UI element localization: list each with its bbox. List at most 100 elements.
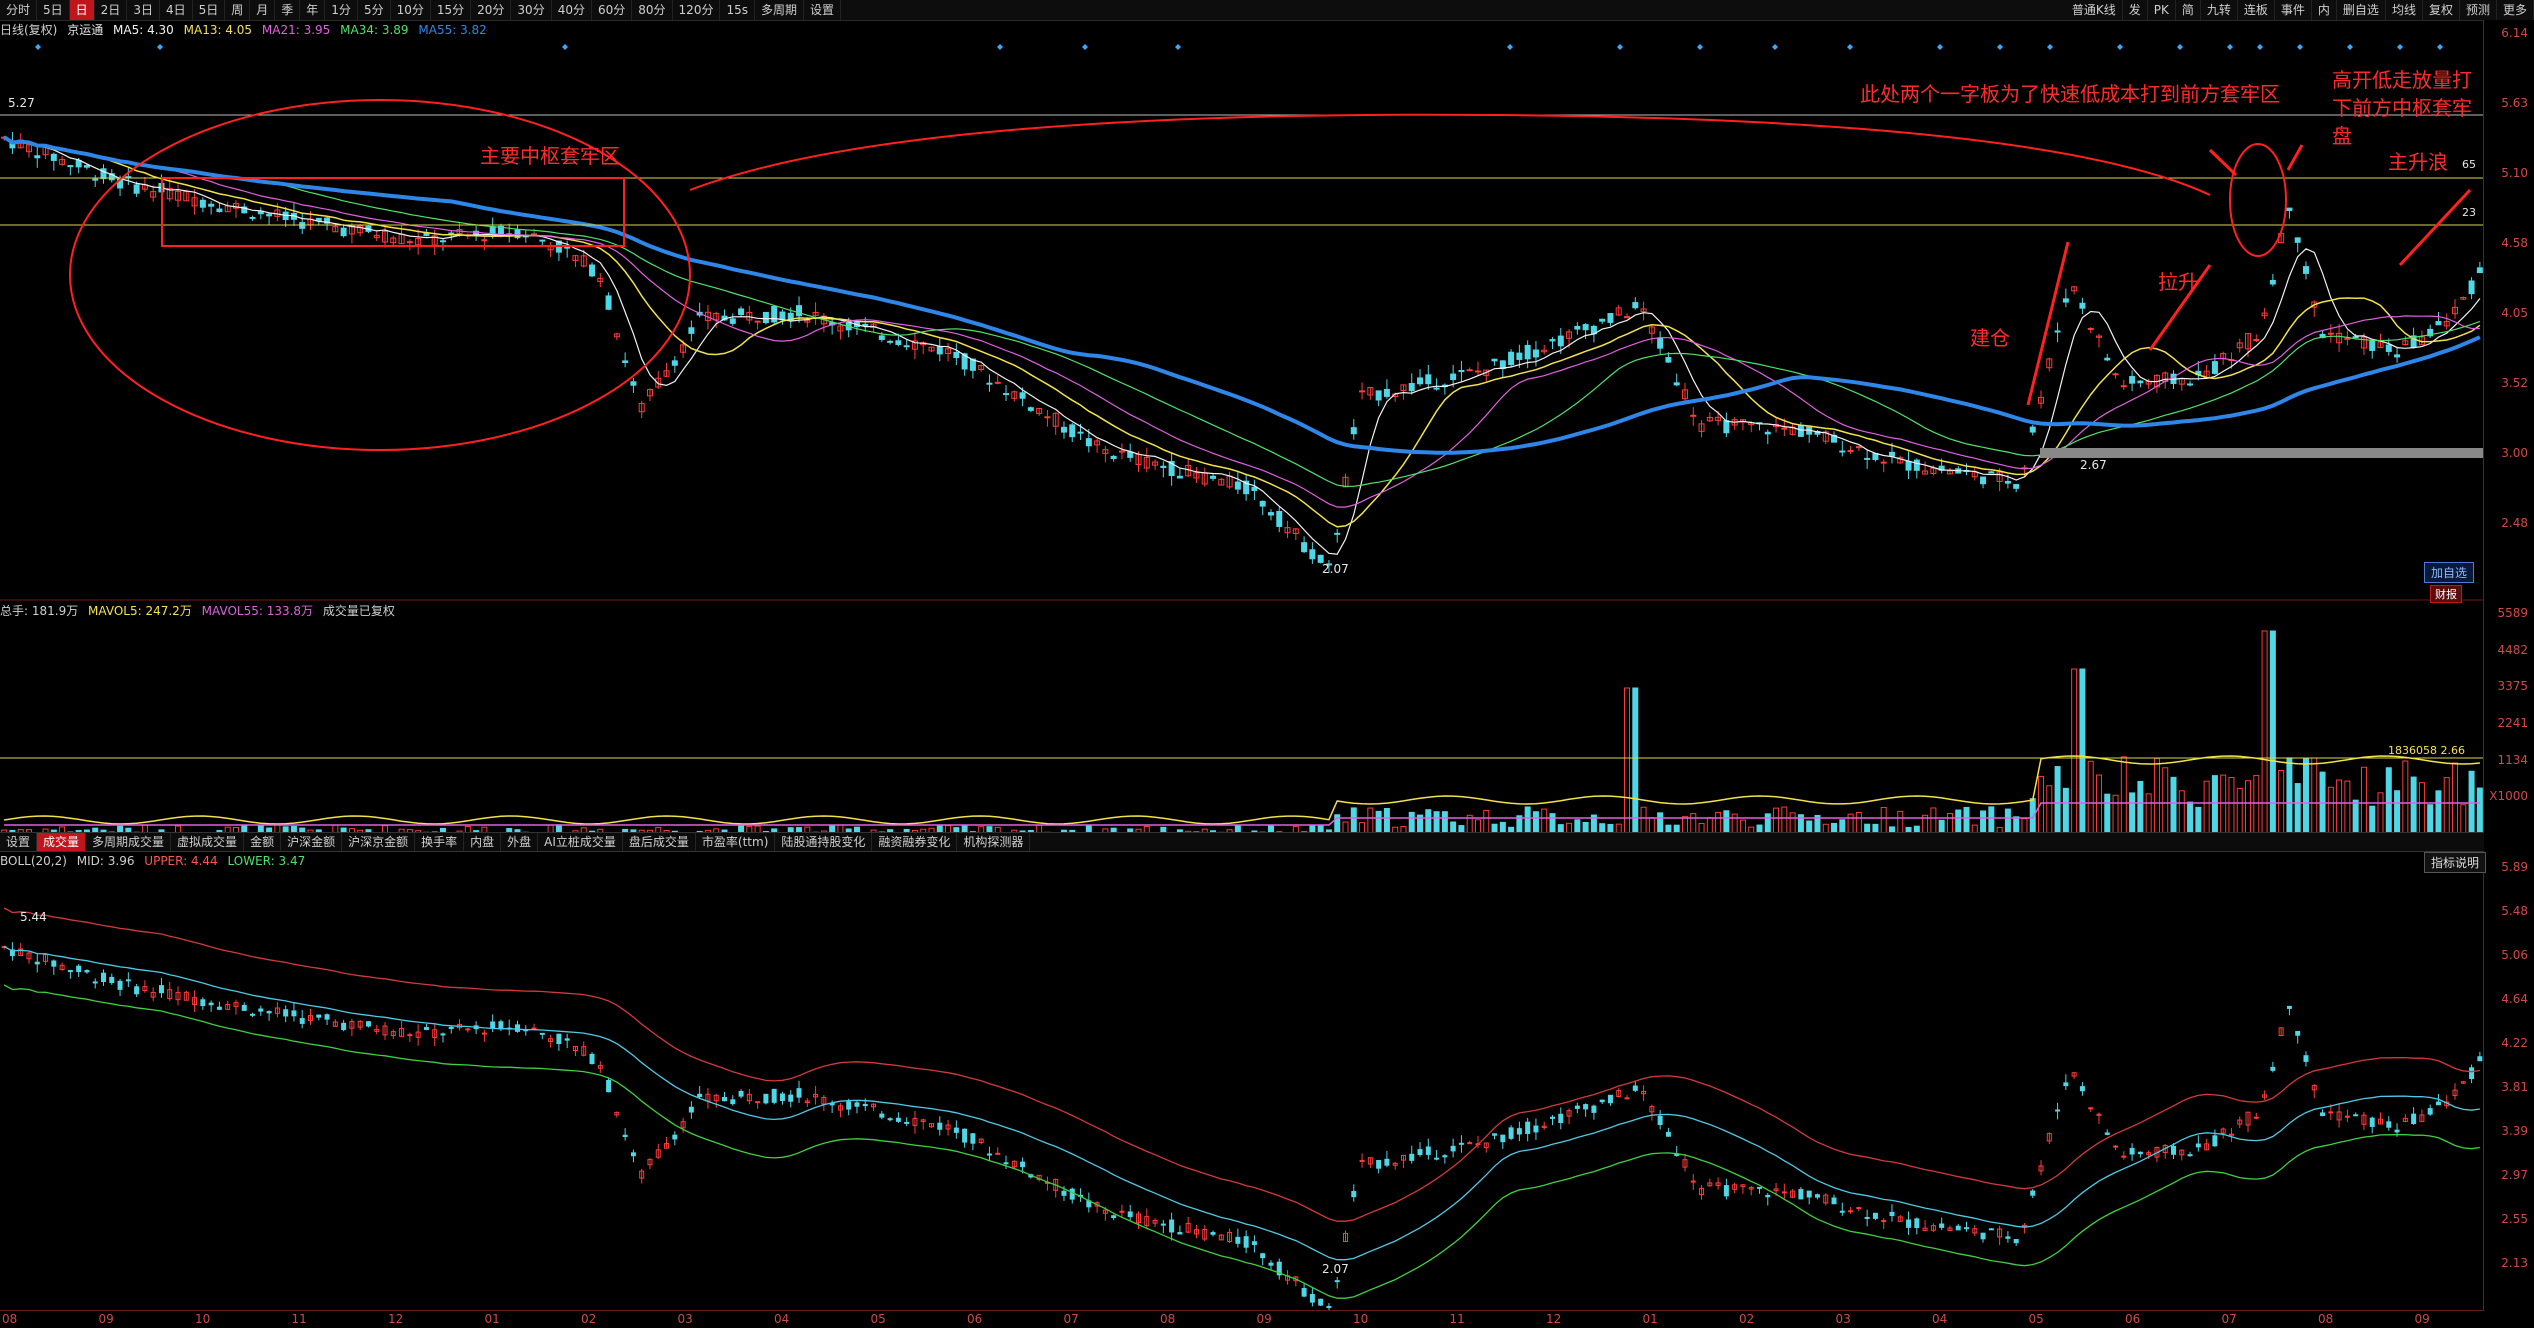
toolbar-right-item-6[interactable]: 事件 — [2275, 0, 2312, 20]
boll-candle-body — [1450, 1145, 1456, 1152]
candle-body — [903, 345, 910, 348]
toolbar-right-item-9[interactable]: 均线 — [2386, 0, 2423, 20]
boll-candle-body — [2253, 1116, 2259, 1119]
period-tab-7[interactable]: 周 — [225, 0, 251, 20]
period-tab-23[interactable]: 设置 — [804, 0, 842, 20]
kline-chart[interactable] — [0, 20, 2484, 1310]
boll-candle-body — [1409, 1153, 1415, 1161]
boll-candle-body — [1525, 1121, 1531, 1134]
toolbar-right-item-10[interactable]: 复权 — [2423, 0, 2460, 20]
period-tab-2[interactable]: 日 — [69, 0, 95, 20]
boll-candle-body — [440, 1033, 446, 1036]
indicator-tab-3[interactable]: 虚拟成交量 — [171, 833, 245, 851]
period-tab-6[interactable]: 5日 — [193, 0, 226, 20]
period-tab-9[interactable]: 季 — [275, 0, 301, 20]
boll-axis: 5.89 5.48 5.06 4.64 4.22 3.81 3.39 2.97 2.55 2.13 — [2483, 850, 2534, 1310]
toolbar-right-item-8[interactable]: 删自选 — [2337, 0, 2386, 20]
toolbar-right-item-0[interactable]: 普通K线 — [2066, 0, 2123, 20]
candle-body — [1516, 352, 1523, 360]
boll-candle-body — [2270, 1066, 2276, 1071]
period-tab-19[interactable]: 80分 — [632, 0, 673, 20]
boll-candle-body — [1442, 1155, 1448, 1158]
indicator-tab-9[interactable]: 外盘 — [501, 833, 539, 851]
indicator-tab-7[interactable]: 换手率 — [415, 833, 465, 851]
boll-candle-body — [1881, 1220, 1887, 1223]
period-tab-1[interactable]: 5日 — [37, 0, 70, 20]
candle-body — [1027, 407, 1034, 411]
period-tab-17[interactable]: 40分 — [552, 0, 592, 20]
indicator-tab-8[interactable]: 内盘 — [464, 833, 502, 851]
period-tab-20[interactable]: 120分 — [673, 0, 721, 20]
volume-bar — [2162, 767, 2169, 841]
toolbar-right-item-3[interactable]: 简 — [2176, 0, 2201, 20]
financial-report-button[interactable]: 财报 — [2430, 585, 2462, 603]
period-tab-18[interactable]: 60分 — [592, 0, 633, 20]
candle-body — [887, 340, 894, 343]
candle-body — [878, 335, 885, 340]
boll-candle-body — [953, 1127, 959, 1133]
candle-body — [1599, 318, 1606, 322]
period-tab-11[interactable]: 1分 — [325, 0, 358, 20]
indicator-tab-12[interactable]: 市盈率(ttm) — [696, 833, 776, 851]
event-marker — [2397, 44, 2403, 50]
boll-candle-body — [92, 981, 98, 984]
toolbar-right-item-4[interactable]: 九转 — [2201, 0, 2238, 20]
boll-lower: LOWER: 3.47 — [227, 854, 306, 868]
event-marker — [2257, 44, 2263, 50]
indicator-tab-4[interactable]: 金额 — [244, 833, 282, 851]
period-tab-8[interactable]: 月 — [250, 0, 276, 20]
period-tab-15[interactable]: 20分 — [471, 0, 512, 20]
period-tab-10[interactable]: 年 — [300, 0, 326, 20]
boll-candle-body — [1964, 1227, 1969, 1230]
boll_axis-tick-1: 5.48 — [2501, 904, 2528, 918]
indicator-tab-1[interactable]: 成交量 — [37, 833, 87, 851]
boll-candle-body — [365, 1021, 371, 1027]
boll-candle-body — [846, 1101, 852, 1110]
volume_axis-tick-1: 4482 — [2497, 642, 2528, 657]
candle-body — [2054, 330, 2061, 333]
period-tab-3[interactable]: 2日 — [95, 0, 128, 20]
indicator-tab-14[interactable]: 融资融券变化 — [872, 833, 958, 851]
add-watchlist-button[interactable]: 加自选 — [2424, 562, 2475, 583]
toolbar-right-item-1[interactable]: 发 — [2123, 0, 2148, 20]
period-tab-4[interactable]: 3日 — [127, 0, 160, 20]
volume-marker: 1836058 2.66 — [2388, 744, 2465, 757]
toolbar-right-item-12[interactable]: 更多 — [2497, 0, 2534, 20]
indicator-help-button[interactable]: 指标说明 — [2424, 852, 2487, 873]
period-tab-13[interactable]: 10分 — [391, 0, 431, 20]
boll-name: BOLL(20,2) — [0, 854, 67, 868]
boll-lower-line — [3, 984, 2480, 1299]
candle-body — [1574, 325, 1581, 330]
time-axis: 08 09 10 11 12 01 02 03 04 05 06 07 08 09 10 11 12 01 02 03… — [0, 1310, 2484, 1328]
indicator-tab-10[interactable]: AI立桩成交量 — [538, 833, 623, 851]
toolbar-right-item-11[interactable]: 预测 — [2460, 0, 2497, 20]
boll-candle-body — [962, 1128, 968, 1143]
toolbar-right-item-5[interactable]: 连板 — [2238, 0, 2275, 20]
boll-candle-body — [2137, 1151, 2143, 1155]
period-tab-22[interactable]: 多周期 — [755, 0, 804, 20]
candle-body — [2352, 336, 2359, 339]
indicator-tab-15[interactable]: 机构探测器 — [957, 833, 1031, 851]
period-tab-5[interactable]: 4日 — [160, 0, 193, 20]
indicator-tab-6[interactable]: 沪深京金额 — [342, 833, 416, 851]
boll-candle-body — [2386, 1121, 2392, 1128]
period-tab-12[interactable]: 5分 — [358, 0, 391, 20]
boll-candle-body — [51, 960, 57, 967]
indicator-tab-13[interactable]: 陆股通持股变化 — [775, 833, 873, 851]
period-tab-16[interactable]: 30分 — [511, 0, 552, 20]
period-tab-21[interactable]: 15s — [720, 0, 755, 20]
boll-candle-body — [904, 1121, 910, 1124]
indicator-tab-11[interactable]: 盘后成交量 — [623, 833, 696, 851]
toolbar-right-item-7[interactable]: 内 — [2312, 0, 2337, 20]
period-tab-0[interactable]: 分时 — [0, 0, 38, 20]
indicator-tab-5[interactable]: 沪深金额 — [281, 833, 343, 851]
time-tick-10: 06 — [967, 1312, 983, 1326]
label-r65: 65 — [2462, 158, 2476, 171]
candle-body — [1301, 542, 1308, 553]
candle-body — [1491, 358, 1498, 362]
boll-candle-body — [2344, 1115, 2350, 1118]
period-tab-14[interactable]: 15分 — [431, 0, 472, 20]
indicator-tab-0[interactable]: 设置 — [0, 833, 38, 851]
toolbar-right-item-2[interactable]: PK — [2148, 0, 2176, 20]
indicator-tab-2[interactable]: 多周期成交量 — [86, 833, 172, 851]
